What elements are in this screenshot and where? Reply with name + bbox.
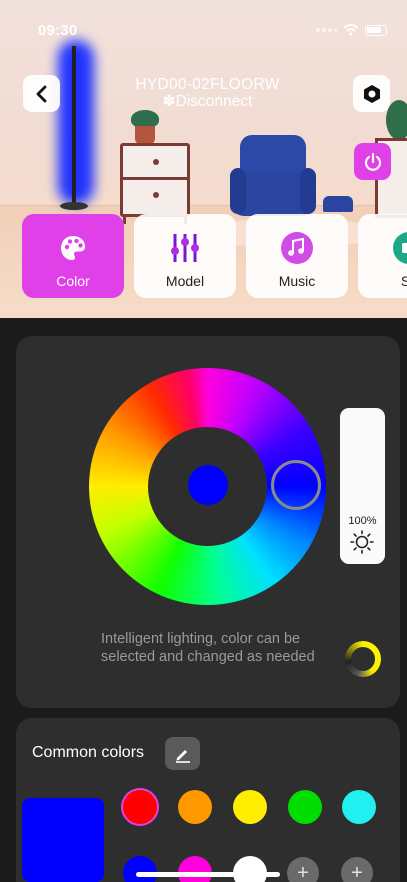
hint-text: Intelligent lighting, color can be selec… bbox=[101, 631, 315, 665]
edit-colors-button[interactable] bbox=[165, 737, 200, 770]
status-icons bbox=[315, 24, 387, 36]
power-button[interactable] bbox=[354, 143, 391, 180]
tab-color[interactable]: Color bbox=[22, 214, 124, 298]
music-note-icon bbox=[280, 231, 314, 265]
color-picker-handle[interactable] bbox=[271, 460, 321, 510]
settings-button[interactable] bbox=[353, 75, 390, 112]
color-swatch-white[interactable] bbox=[233, 856, 267, 882]
current-color-swatch bbox=[22, 798, 104, 882]
power-icon bbox=[364, 152, 381, 171]
signal-dots-icon bbox=[316, 28, 337, 32]
common-colors-title: Common colors bbox=[32, 744, 145, 761]
palette-icon bbox=[56, 231, 90, 265]
tab-label: Color bbox=[56, 273, 90, 289]
tab-music[interactable]: Music bbox=[246, 214, 348, 298]
home-indicator[interactable] bbox=[136, 872, 280, 877]
floor-lamp-glow bbox=[58, 40, 94, 205]
floor-lamp-base bbox=[60, 202, 88, 210]
stool bbox=[323, 196, 353, 212]
tab-model[interactable]: Model bbox=[134, 214, 236, 298]
brightness-value: 100% bbox=[348, 515, 377, 527]
selected-color-preview bbox=[188, 465, 228, 505]
floor-lamp bbox=[72, 46, 76, 206]
back-button[interactable] bbox=[23, 75, 60, 112]
scene-icon bbox=[392, 231, 407, 265]
dresser bbox=[120, 143, 190, 217]
color-swatch-red[interactable] bbox=[123, 790, 157, 824]
chevron-left-icon bbox=[36, 85, 46, 102]
plant-pot bbox=[135, 126, 155, 144]
add-color-button[interactable]: + bbox=[287, 857, 319, 882]
auto-color-toggle[interactable] bbox=[345, 641, 381, 677]
battery-icon bbox=[365, 24, 387, 36]
tab-label: Music bbox=[278, 273, 316, 289]
status-time: 09:30 bbox=[38, 22, 78, 39]
tab-label: Sc bbox=[400, 273, 407, 289]
tab-label: Model bbox=[165, 273, 205, 289]
wifi-icon bbox=[343, 24, 359, 36]
color-swatch-orange[interactable] bbox=[178, 790, 212, 824]
tab-scene[interactable]: Sc bbox=[358, 214, 407, 298]
color-swatch-green[interactable] bbox=[288, 790, 322, 824]
mode-tabs: Color Model Music S bbox=[0, 214, 407, 304]
color-swatch-magenta[interactable] bbox=[178, 856, 212, 882]
color-swatch-cyan[interactable] bbox=[342, 790, 376, 824]
sliders-icon bbox=[168, 231, 202, 265]
color-swatch-blue[interactable] bbox=[123, 856, 157, 882]
sun-icon bbox=[350, 530, 374, 554]
hexagon-settings-icon bbox=[363, 84, 380, 103]
pencil-icon bbox=[175, 749, 190, 763]
connection-status: ✽Disconnect bbox=[162, 93, 253, 110]
color-swatch-yellow[interactable] bbox=[233, 790, 267, 824]
add-color-button[interactable]: + bbox=[341, 857, 373, 882]
